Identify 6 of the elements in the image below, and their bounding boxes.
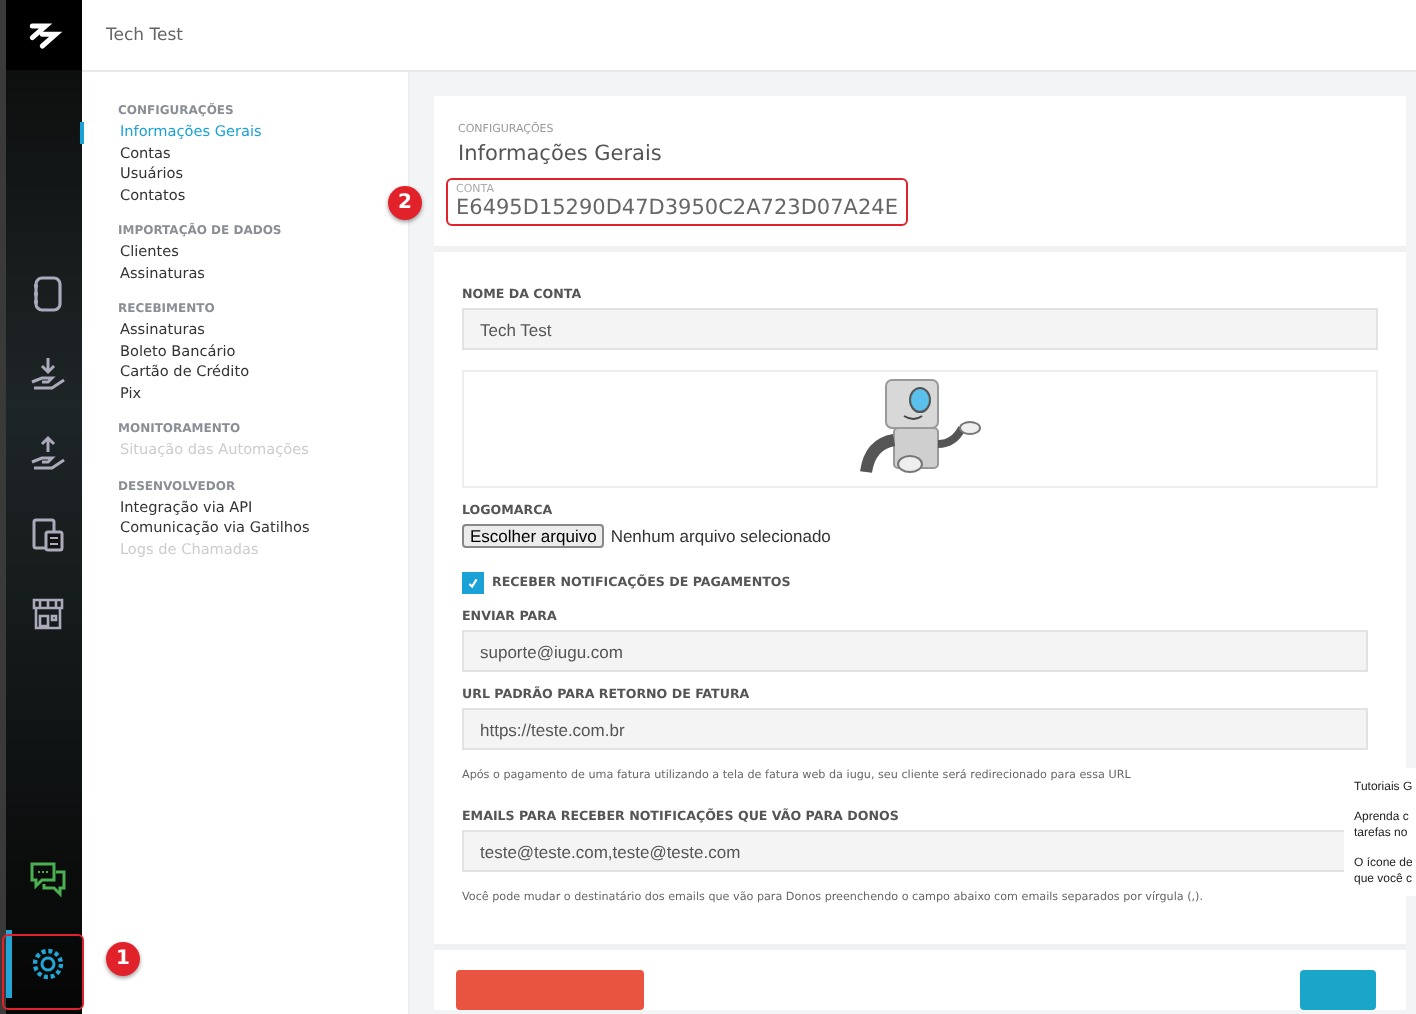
step-number-badge: 2 [388, 186, 422, 220]
account-id: E6495D15290D47D3950C2A723D07A24E [456, 196, 898, 220]
account-title: Tech Test [106, 25, 183, 45]
page-title: Informações Gerais [458, 142, 664, 166]
file-status: Nenhum arquivo selecionado [610, 526, 831, 546]
step-number-badge: 1 [106, 942, 140, 976]
